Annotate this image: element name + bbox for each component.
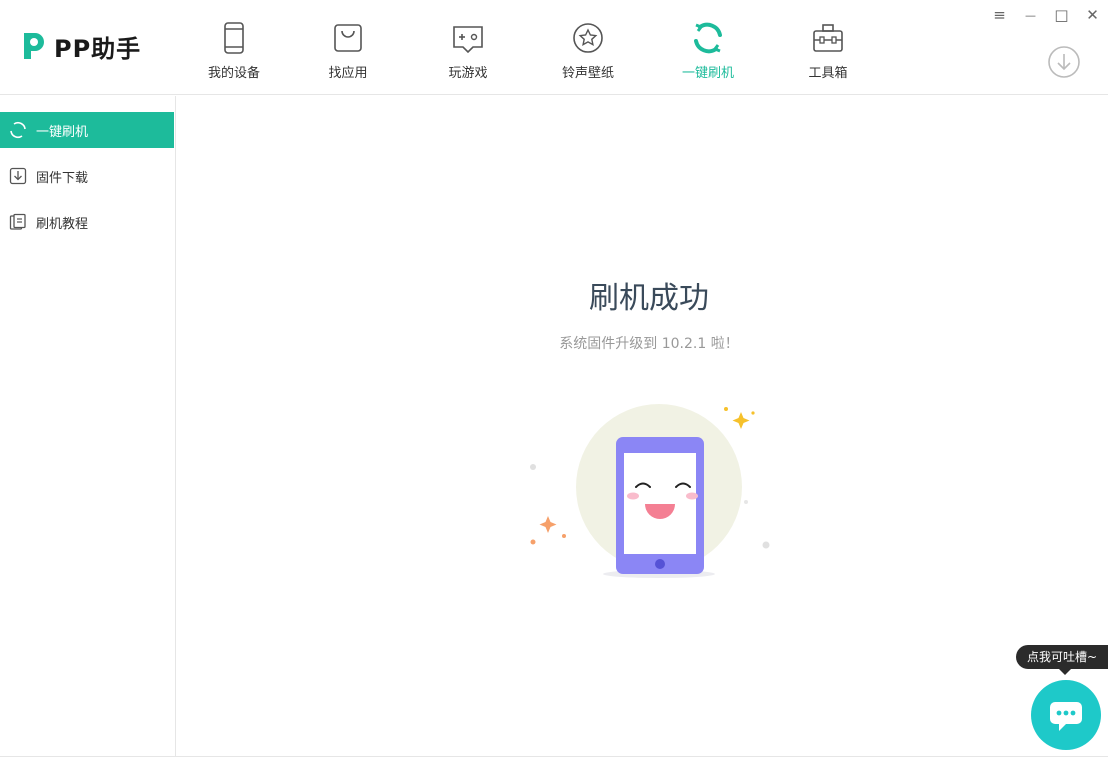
feedback-tooltip: 点我可吐槽~ — [1016, 645, 1108, 669]
nav-item-find-apps[interactable]: 找应用 — [288, 0, 408, 95]
main-content: 刷机成功 系统固件升级到 10.2.1 啦！ — [177, 96, 1108, 756]
nav-label: 铃声壁纸 — [561, 66, 614, 81]
refresh-icon — [690, 20, 726, 56]
bottom-divider — [0, 756, 1108, 757]
nav-label: 玩游戏 — [448, 66, 488, 81]
left-sidebar: 一键刷机 固件下载 刷机教程 — [0, 96, 176, 756]
chat-bubble-icon — [1050, 702, 1082, 731]
tooltip-arrow — [1059, 669, 1071, 675]
sidebar-item-flash-tutorial[interactable]: 刷机教程 — [0, 204, 174, 240]
star-icon — [570, 20, 606, 56]
minimize-icon: — — [1025, 8, 1036, 22]
download-icon — [8, 166, 28, 186]
app-window: PP助手 我的设备 找应用 玩游戏 铃声壁纸 一键刷机 工具箱 ≡ — □ ✕ … — [0, 0, 1108, 766]
nav-label: 工具箱 — [808, 66, 848, 81]
nav-label: 找应用 — [328, 66, 368, 81]
maximize-button[interactable]: □ — [1046, 4, 1077, 26]
download-circle-icon — [1048, 46, 1080, 78]
nav-item-games[interactable]: 玩游戏 — [408, 0, 528, 95]
tutorial-icon — [8, 212, 28, 232]
nav-item-toolbox[interactable]: 工具箱 — [768, 0, 888, 95]
shopping-bag-icon — [330, 20, 366, 56]
logo-text: PP助手 — [54, 34, 142, 63]
nav-item-ringtones-wallpapers[interactable]: 铃声壁纸 — [528, 0, 648, 95]
menu-icon: ≡ — [993, 6, 1006, 24]
happy-phone-illustration — [530, 404, 770, 578]
sidebar-item-label: 一键刷机 — [36, 124, 89, 140]
sidebar-item-firmware-download[interactable]: 固件下载 — [0, 158, 174, 194]
nav-label: 我的设备 — [207, 66, 260, 81]
sidebar-item-one-click-flash[interactable]: 一键刷机 — [0, 112, 174, 148]
toolbox-icon — [810, 20, 846, 56]
pp-logo-icon — [24, 33, 44, 59]
flash-result-subtitle: 系统固件升级到 10.2.1 啦！ — [559, 336, 739, 352]
refresh-icon — [8, 120, 28, 140]
close-button[interactable]: ✕ — [1077, 4, 1108, 26]
app-logo[interactable]: PP助手 — [18, 28, 141, 64]
flash-result-title: 刷机成功 — [589, 281, 709, 316]
gamepad-icon — [450, 20, 486, 56]
menu-button[interactable]: ≡ — [984, 4, 1015, 26]
sidebar-item-label: 刷机教程 — [36, 216, 89, 232]
main-nav: 我的设备 找应用 玩游戏 铃声壁纸 一键刷机 工具箱 — [180, 0, 888, 95]
nav-item-one-click-flash[interactable]: 一键刷机 — [648, 0, 768, 95]
feedback-chat-button[interactable] — [1031, 680, 1101, 750]
maximize-icon: □ — [1054, 6, 1069, 24]
top-header: PP助手 我的设备 找应用 玩游戏 铃声壁纸 一键刷机 工具箱 ≡ — □ ✕ — [0, 0, 1108, 95]
sidebar-item-label: 固件下载 — [36, 170, 89, 186]
window-controls: ≡ — □ ✕ — [984, 4, 1108, 26]
download-manager-button[interactable] — [1047, 45, 1081, 79]
close-icon: ✕ — [1086, 6, 1099, 24]
nav-item-my-device[interactable]: 我的设备 — [180, 0, 288, 95]
phone-icon — [216, 20, 252, 56]
nav-label: 一键刷机 — [681, 66, 734, 81]
minimize-button[interactable]: — — [1015, 4, 1046, 26]
